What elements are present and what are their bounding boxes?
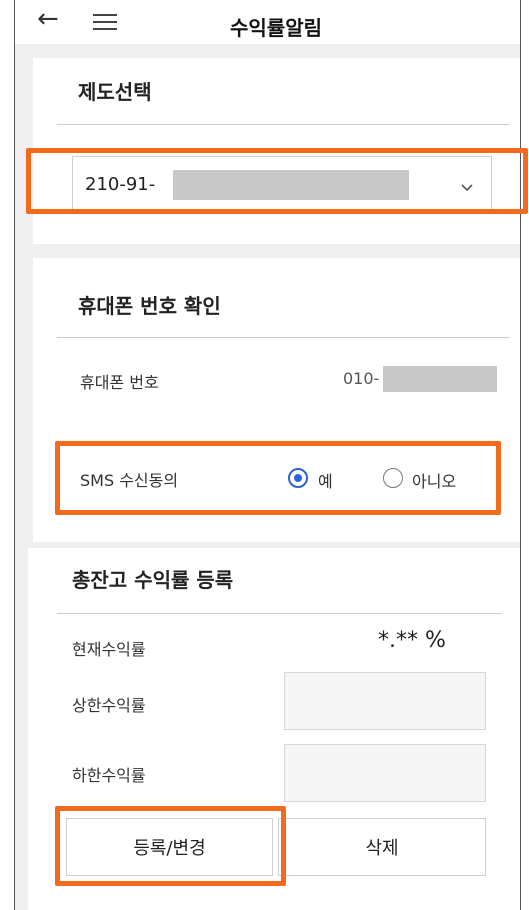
divider — [57, 124, 510, 125]
hamburger-menu-icon[interactable] — [93, 14, 117, 30]
lower-return-label: 하한수익률 — [72, 766, 146, 785]
phone-section-title: 휴대폰 번호 확인 — [78, 294, 221, 318]
divider — [57, 337, 510, 338]
highlight-box-plan-select — [26, 148, 528, 214]
phone-number: 010- — [343, 369, 380, 388]
divider — [57, 613, 502, 614]
left-frame — [0, 0, 15, 910]
upper-return-label: 상한수익률 — [72, 696, 146, 715]
back-arrow-icon[interactable]: ← — [37, 6, 59, 32]
page-title: 수익률알림 — [230, 16, 322, 40]
upper-return-input[interactable] — [284, 672, 486, 730]
highlight-box-sms-consent — [55, 441, 501, 515]
lower-return-input[interactable] — [284, 744, 486, 802]
current-return-value: *.** % — [378, 628, 446, 653]
return-section-title: 총잔고 수익률 등록 — [72, 568, 234, 592]
plan-section-title: 제도선택 — [78, 80, 152, 104]
app-header: ← 수익률알림 — [15, 0, 520, 44]
masked-phone-number — [383, 366, 497, 392]
delete-button[interactable]: 삭제 — [278, 818, 486, 876]
right-frame — [520, 0, 529, 910]
highlight-box-register — [55, 806, 286, 886]
phone-label: 휴대폰 번호 — [80, 373, 159, 392]
current-return-label: 현재수익률 — [72, 640, 146, 659]
